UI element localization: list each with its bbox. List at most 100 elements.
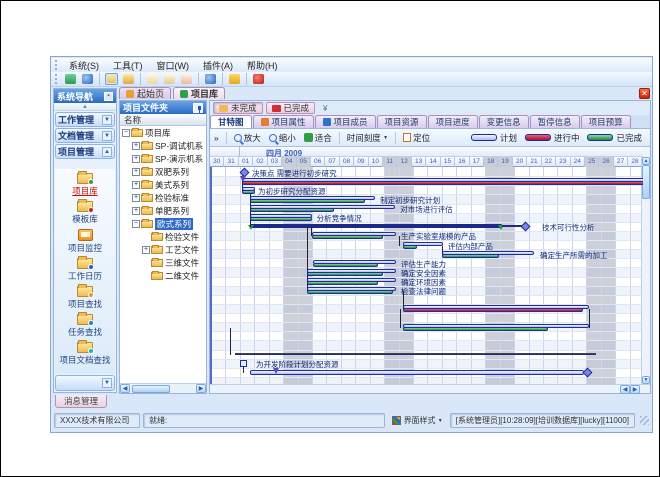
tree-row[interactable]: +双肥系列 (120, 165, 206, 178)
zoom-in-button[interactable]: 放大 (230, 131, 265, 145)
tree-row[interactable]: +SP-调试机系 (120, 139, 206, 152)
nav-section-1[interactable]: 工作管理▼ (55, 112, 115, 127)
tree-row[interactable]: +SP-演示机系 (120, 152, 206, 165)
scroll-up-icon[interactable]: ▲ (642, 157, 650, 165)
time-scale-dropdown[interactable]: 时间刻度 ▼ (343, 131, 392, 145)
gantt-tab-项目属性[interactable]: 项目属性 (253, 115, 314, 128)
gantt-bar[interactable] (403, 324, 588, 332)
help-globe-icon[interactable] (204, 73, 217, 85)
summary-bar[interactable] (250, 224, 503, 228)
filter-未完成[interactable]: 未完成 (213, 102, 263, 114)
expand-icon[interactable]: + (142, 246, 150, 254)
lock-icon[interactable] (228, 73, 241, 85)
gantt-bar[interactable] (250, 214, 312, 222)
gantt-bar[interactable] (250, 205, 396, 213)
filter-已完成[interactable]: 已完成 (266, 102, 316, 114)
tree-column-header[interactable]: 名称 (120, 114, 206, 126)
scroll-left-icon[interactable]: ◀ (620, 385, 630, 394)
mail-delete-icon[interactable] (180, 73, 193, 85)
gantt-bar[interactable] (307, 278, 396, 286)
nav-section-3[interactable]: 项目管理▲ (55, 144, 115, 159)
expand-icon[interactable]: + (132, 168, 140, 176)
tree-row[interactable]: 检验文件 (120, 230, 206, 243)
gantt-vertical-scrollbar[interactable]: ▲ ▼ (641, 157, 650, 384)
menu-item[interactable]: 窗口(W) (150, 60, 197, 72)
nav-item-工作日历[interactable]: 工作日历 (55, 258, 115, 282)
chevron-down-icon[interactable]: ▼ (102, 115, 112, 125)
gantt-tab-暂停信息[interactable]: 暂停信息 (530, 115, 580, 128)
nav-section-2[interactable]: 文档管理▼ (55, 128, 115, 143)
interface-style-button[interactable]: 界面样式 ▼ (388, 413, 447, 428)
filter-extra[interactable]: ¥ (323, 104, 327, 113)
collapse-icon[interactable]: − (122, 129, 130, 137)
nav-collapse-strip[interactable]: ▲ (54, 103, 116, 111)
gantt-bar[interactable] (312, 232, 396, 240)
mail-new-icon[interactable] (146, 73, 159, 85)
gantt-bar[interactable] (242, 178, 643, 186)
message-management-tab[interactable]: 消息管理 (55, 395, 107, 408)
expand-icon[interactable]: + (132, 207, 140, 215)
gantt-tab-项目成员[interactable]: 项目成员 (315, 115, 376, 128)
tree-row[interactable]: +检验标准 (120, 191, 206, 204)
scroll-right-icon[interactable]: ▶ (630, 385, 640, 394)
mail-open-icon[interactable] (163, 73, 176, 85)
pin-icon[interactable] (193, 103, 203, 113)
doc-tab-项目库[interactable]: 项目库 (173, 87, 225, 99)
globe-icon[interactable] (81, 73, 94, 85)
tree-row[interactable]: +美式系列 (120, 178, 206, 191)
nav-collapsed-section[interactable]: ▼ (55, 375, 115, 391)
menu-item[interactable]: 插件(A) (196, 60, 240, 72)
chevron-down-icon[interactable]: ▼ (102, 131, 112, 141)
doc-tab-起始页[interactable]: 起始页 (119, 87, 171, 99)
expand-icon[interactable]: + (132, 194, 140, 202)
gantt-bar[interactable] (307, 269, 396, 277)
gantt-bar[interactable] (442, 251, 534, 259)
panel-options-icon[interactable]: ▪ (104, 92, 113, 101)
scroll-down-icon[interactable]: ▼ (642, 376, 650, 384)
logout-icon[interactable] (252, 73, 265, 85)
gantt-tab-项目进度[interactable]: 项目进度 (428, 115, 478, 128)
scroll-thumb[interactable] (642, 165, 650, 199)
system-icon[interactable] (64, 73, 77, 85)
scroll-left-icon[interactable]: ◀ (120, 384, 130, 393)
nav-item-项目查找[interactable]: 项目查找 (55, 286, 115, 310)
chevron-up-icon[interactable]: ▲ (102, 147, 112, 157)
tree-row[interactable]: 二维文件 (120, 269, 206, 282)
scroll-right-icon[interactable]: ▶ (196, 384, 206, 393)
gantt-grid[interactable]: 决策点 需要进行初步研究为初步研究分配资源制定初步研究计划对市场进行评估分析竞争… (210, 167, 643, 386)
gantt-bar[interactable] (242, 187, 255, 195)
menu-item[interactable]: 帮助(H) (240, 60, 285, 72)
expand-icon[interactable]: + (132, 142, 140, 150)
gantt-bar[interactable] (250, 196, 376, 204)
tree-row[interactable]: +单肥系列 (120, 204, 206, 217)
close-tab-icon[interactable]: ✕ (639, 88, 650, 99)
tree-row[interactable]: −欧式系列 (120, 217, 206, 230)
gantt-bar[interactable] (403, 305, 588, 313)
open-folder-icon[interactable] (105, 73, 118, 85)
toolbar-overflow-button[interactable]: » (210, 131, 223, 145)
collapse-icon[interactable]: − (132, 220, 140, 228)
gantt-tab-项目预算[interactable]: 项目预算 (581, 115, 631, 128)
nav-item-项目监控[interactable]: 项目监控 (55, 229, 115, 254)
folder-import-icon[interactable] (122, 73, 135, 85)
expand-icon[interactable]: + (132, 155, 140, 163)
task-node-icon[interactable] (240, 360, 247, 367)
nav-item-任务查找[interactable]: 任务查找 (55, 314, 115, 338)
tree-row[interactable]: +工艺文件 (120, 243, 206, 256)
fit-button[interactable]: 适合 (300, 131, 336, 145)
locate-button[interactable]: 定位 (399, 131, 434, 145)
scroll-thumb[interactable] (132, 385, 170, 393)
nav-item-项目文档查找[interactable]: 项目文档查找 (55, 342, 115, 366)
gantt-horizontal-scrollbar[interactable]: ◀ ▶ (210, 384, 650, 393)
zoom-out-button[interactable]: 缩小 (265, 131, 300, 145)
tree-row[interactable]: −项目库 (120, 126, 206, 139)
gantt-bar[interactable] (403, 242, 443, 250)
gantt-bar[interactable] (313, 260, 396, 268)
resize-grip[interactable] (640, 416, 649, 425)
gantt-tab-甘特图[interactable]: 甘特图 (210, 115, 252, 128)
tree-row[interactable]: 三维文件 (120, 256, 206, 269)
tree-horizontal-scrollbar[interactable]: ◀ ▶ (120, 383, 206, 393)
menu-item[interactable]: 系统(S) (62, 60, 106, 72)
nav-item-模板库[interactable]: 模板库 (55, 201, 115, 225)
chevron-down-icon[interactable]: ▼ (102, 378, 112, 388)
